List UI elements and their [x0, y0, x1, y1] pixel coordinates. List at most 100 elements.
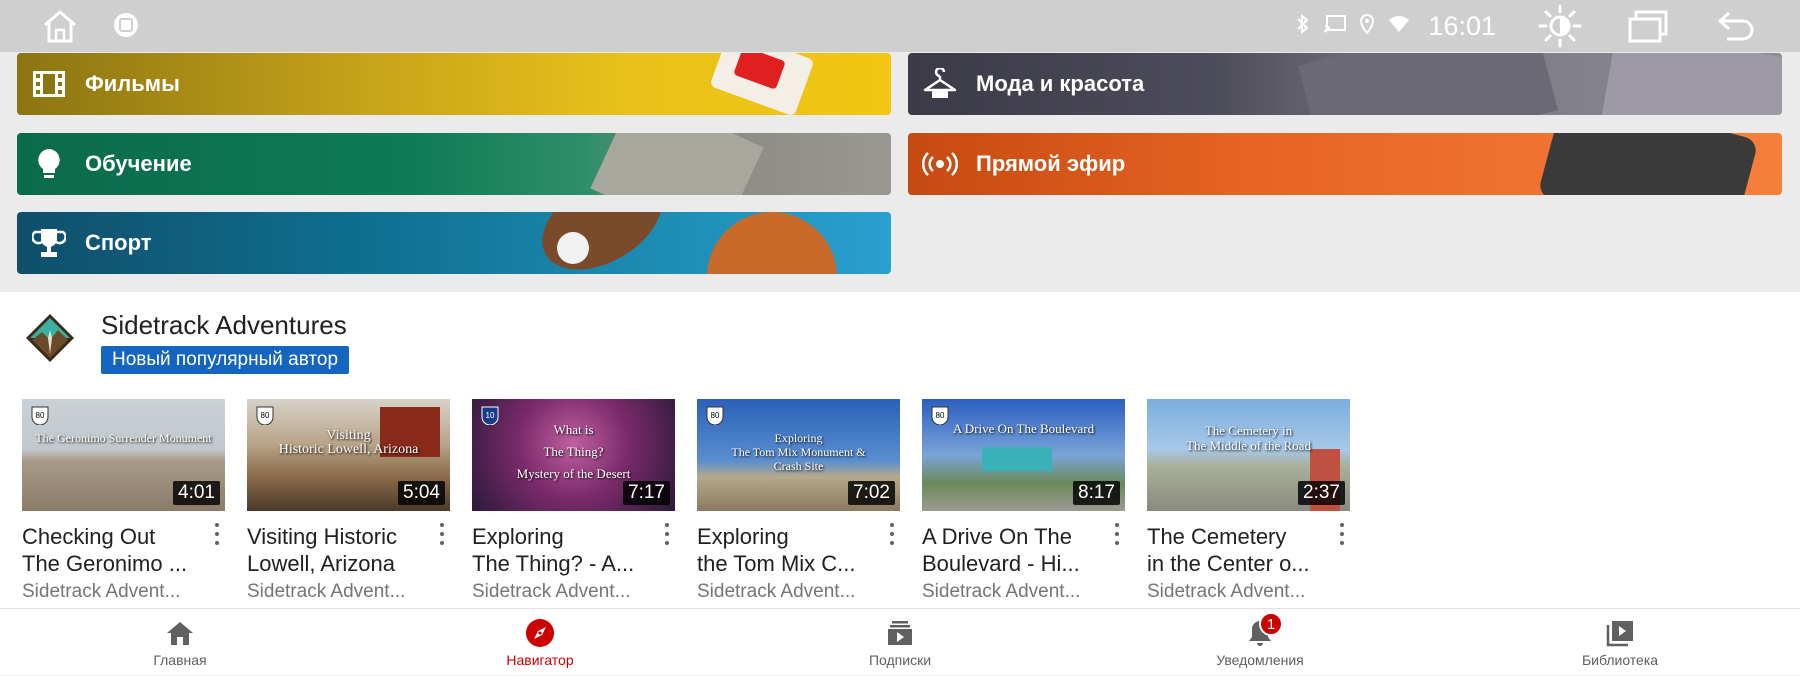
video-channel: Sidetrack Advent...: [247, 581, 406, 602]
video-thumbnail[interactable]: 80 Visiting Historic Lowell, Arizona 5:0…: [247, 399, 450, 511]
subscriptions-icon: [885, 618, 915, 648]
channel-name[interactable]: Sidetrack Adventures: [101, 310, 349, 340]
category-label: Мода и красота: [976, 71, 1145, 96]
video-channel: Sidetrack Advent...: [922, 581, 1081, 602]
category-sport[interactable]: Спорт: [17, 212, 891, 274]
video-title[interactable]: Exploring the Tom Mix C...: [697, 523, 875, 577]
nav-subscriptions[interactable]: Подписки: [800, 609, 1000, 676]
route-shield-icon: 80: [31, 406, 49, 425]
back-icon[interactable]: [1712, 2, 1760, 50]
nav-home[interactable]: Главная: [80, 609, 280, 676]
route-shield-icon: 80: [706, 406, 724, 425]
app-icon[interactable]: [112, 11, 140, 39]
category-films[interactable]: Фильмы: [17, 53, 891, 115]
svg-text:80: 80: [261, 411, 270, 420]
baseball-decoration: [557, 232, 589, 264]
video-channel: Sidetrack Advent...: [22, 581, 181, 602]
video-thumbnail[interactable]: 80 The Geronimo Surrender Monument 4:01: [22, 399, 225, 511]
location-icon: [1360, 13, 1375, 38]
video-title[interactable]: The Cemetery in the Center o...: [1147, 523, 1325, 577]
video-duration: 7:17: [623, 481, 670, 505]
video-title[interactable]: Visiting Historic Lowell, Arizona: [247, 523, 425, 577]
category-education[interactable]: Обучение: [17, 133, 891, 195]
video-card[interactable]: 80 A Drive On The Boulevard 8:17 A Drive…: [922, 399, 1125, 603]
video-card[interactable]: 10 What is The Thing? Mystery of the Des…: [472, 399, 675, 603]
video-thumbnail[interactable]: 10 What is The Thing? Mystery of the Des…: [472, 399, 675, 511]
svg-text:80: 80: [36, 411, 45, 420]
svg-text:80: 80: [711, 411, 720, 420]
compass-icon: [525, 618, 555, 648]
status-bar: 16:01: [0, 0, 1800, 52]
fabric-decoration: [1601, 53, 1782, 115]
lightbulb-icon: [31, 146, 67, 182]
wifi-icon: [1388, 15, 1410, 37]
video-card[interactable]: 80 The Geronimo Surrender Monument 4:01 …: [22, 399, 225, 603]
nav-label: Главная: [153, 652, 207, 668]
phone-decoration: [1537, 133, 1759, 195]
trophy-icon: [31, 225, 67, 261]
video-thumbnail[interactable]: 80 Exploring The Tom Mix Monument & Cras…: [697, 399, 900, 511]
video-duration: 2:37: [1298, 481, 1345, 505]
nav-label: Уведомления: [1216, 652, 1304, 668]
category-fashion[interactable]: Мода и красота: [908, 53, 1782, 115]
video-channel: Sidetrack Advent...: [697, 581, 856, 602]
basketball-decoration: [707, 212, 837, 274]
bell-icon: 1: [1245, 612, 1283, 648]
nav-label: Навигатор: [506, 652, 574, 668]
fabric-decoration: [1297, 53, 1559, 115]
video-card[interactable]: 80 Exploring The Tom Mix Monument & Cras…: [697, 399, 900, 603]
thumbnail-text: Exploring The Tom Mix Monument & Crash S…: [731, 431, 866, 473]
brightness-icon[interactable]: [1536, 2, 1584, 50]
hanger-icon: [922, 66, 958, 102]
category-label: Фильмы: [85, 71, 180, 96]
video-title[interactable]: Exploring The Thing? - A...: [472, 523, 650, 577]
nav-library[interactable]: Библиотека: [1520, 609, 1720, 676]
nav-explore[interactable]: Навигатор: [440, 609, 640, 676]
notification-count-badge: 1: [1259, 612, 1283, 636]
video-duration: 7:02: [848, 481, 895, 505]
more-options-icon[interactable]: [1111, 523, 1123, 545]
category-label: Спорт: [85, 230, 152, 255]
more-options-icon[interactable]: [211, 523, 223, 545]
cast-icon: [1324, 15, 1347, 37]
video-duration: 8:17: [1073, 481, 1120, 505]
recent-apps-icon[interactable]: [1624, 2, 1672, 50]
bottom-navigation: Главная Навигатор Подписки 1 Уведомления…: [0, 608, 1800, 675]
sign-decoration: [982, 447, 1052, 471]
category-label: Обучение: [85, 151, 192, 176]
trending-badge: Новый популярный автор: [101, 346, 350, 374]
thumbnail-text: Visiting Historic Lowell, Arizona: [278, 428, 419, 457]
more-options-icon[interactable]: [436, 523, 448, 545]
nav-notifications[interactable]: 1 Уведомления: [1160, 609, 1360, 676]
thumbnail-text: The Geronimo Surrender Monument: [35, 431, 212, 445]
video-thumbnail[interactable]: 80 A Drive On The Boulevard 8:17: [922, 399, 1125, 511]
category-live[interactable]: Прямой эфир: [908, 133, 1782, 195]
film-icon: [31, 66, 67, 102]
home-filled-icon: [165, 618, 195, 648]
more-options-icon[interactable]: [886, 523, 898, 545]
more-options-icon[interactable]: [661, 523, 673, 545]
channel-header[interactable]: Sidetrack Adventures Новый популярный ав…: [22, 310, 350, 374]
thumbnail-text: The Cemetery in The Middle of the Road: [1186, 423, 1311, 453]
video-title[interactable]: Checking Out The Geronimo ...: [22, 523, 200, 577]
channel-avatar[interactable]: [22, 310, 78, 366]
channel-shelf: Sidetrack Adventures Новый популярный ав…: [0, 292, 1800, 608]
video-title[interactable]: A Drive On The Boulevard - Hi...: [922, 523, 1100, 577]
clock: 16:01: [1428, 10, 1496, 41]
video-duration: 4:01: [173, 481, 220, 505]
route-shield-icon: 80: [256, 406, 274, 425]
thumbnail-text: What is The Thing? Mystery of the Desert: [516, 422, 631, 481]
more-options-icon[interactable]: [1336, 523, 1348, 545]
video-channel: Sidetrack Advent...: [1147, 581, 1306, 602]
video-thumbnail[interactable]: The Cemetery in The Middle of the Road 2…: [1147, 399, 1350, 511]
category-grid: Фильмы Мода и красота Обучение Прямой эф…: [0, 52, 1800, 292]
home-icon[interactable]: [38, 6, 82, 46]
video-list: 80 The Geronimo Surrender Monument 4:01 …: [22, 399, 1372, 603]
svg-text:80: 80: [936, 411, 945, 420]
broadcast-icon: [922, 146, 958, 182]
video-card[interactable]: The Cemetery in The Middle of the Road 2…: [1147, 399, 1350, 603]
video-channel: Sidetrack Advent...: [472, 581, 631, 602]
category-label: Прямой эфир: [976, 151, 1126, 176]
bluetooth-icon: [1296, 13, 1310, 38]
video-card[interactable]: 80 Visiting Historic Lowell, Arizona 5:0…: [247, 399, 450, 603]
